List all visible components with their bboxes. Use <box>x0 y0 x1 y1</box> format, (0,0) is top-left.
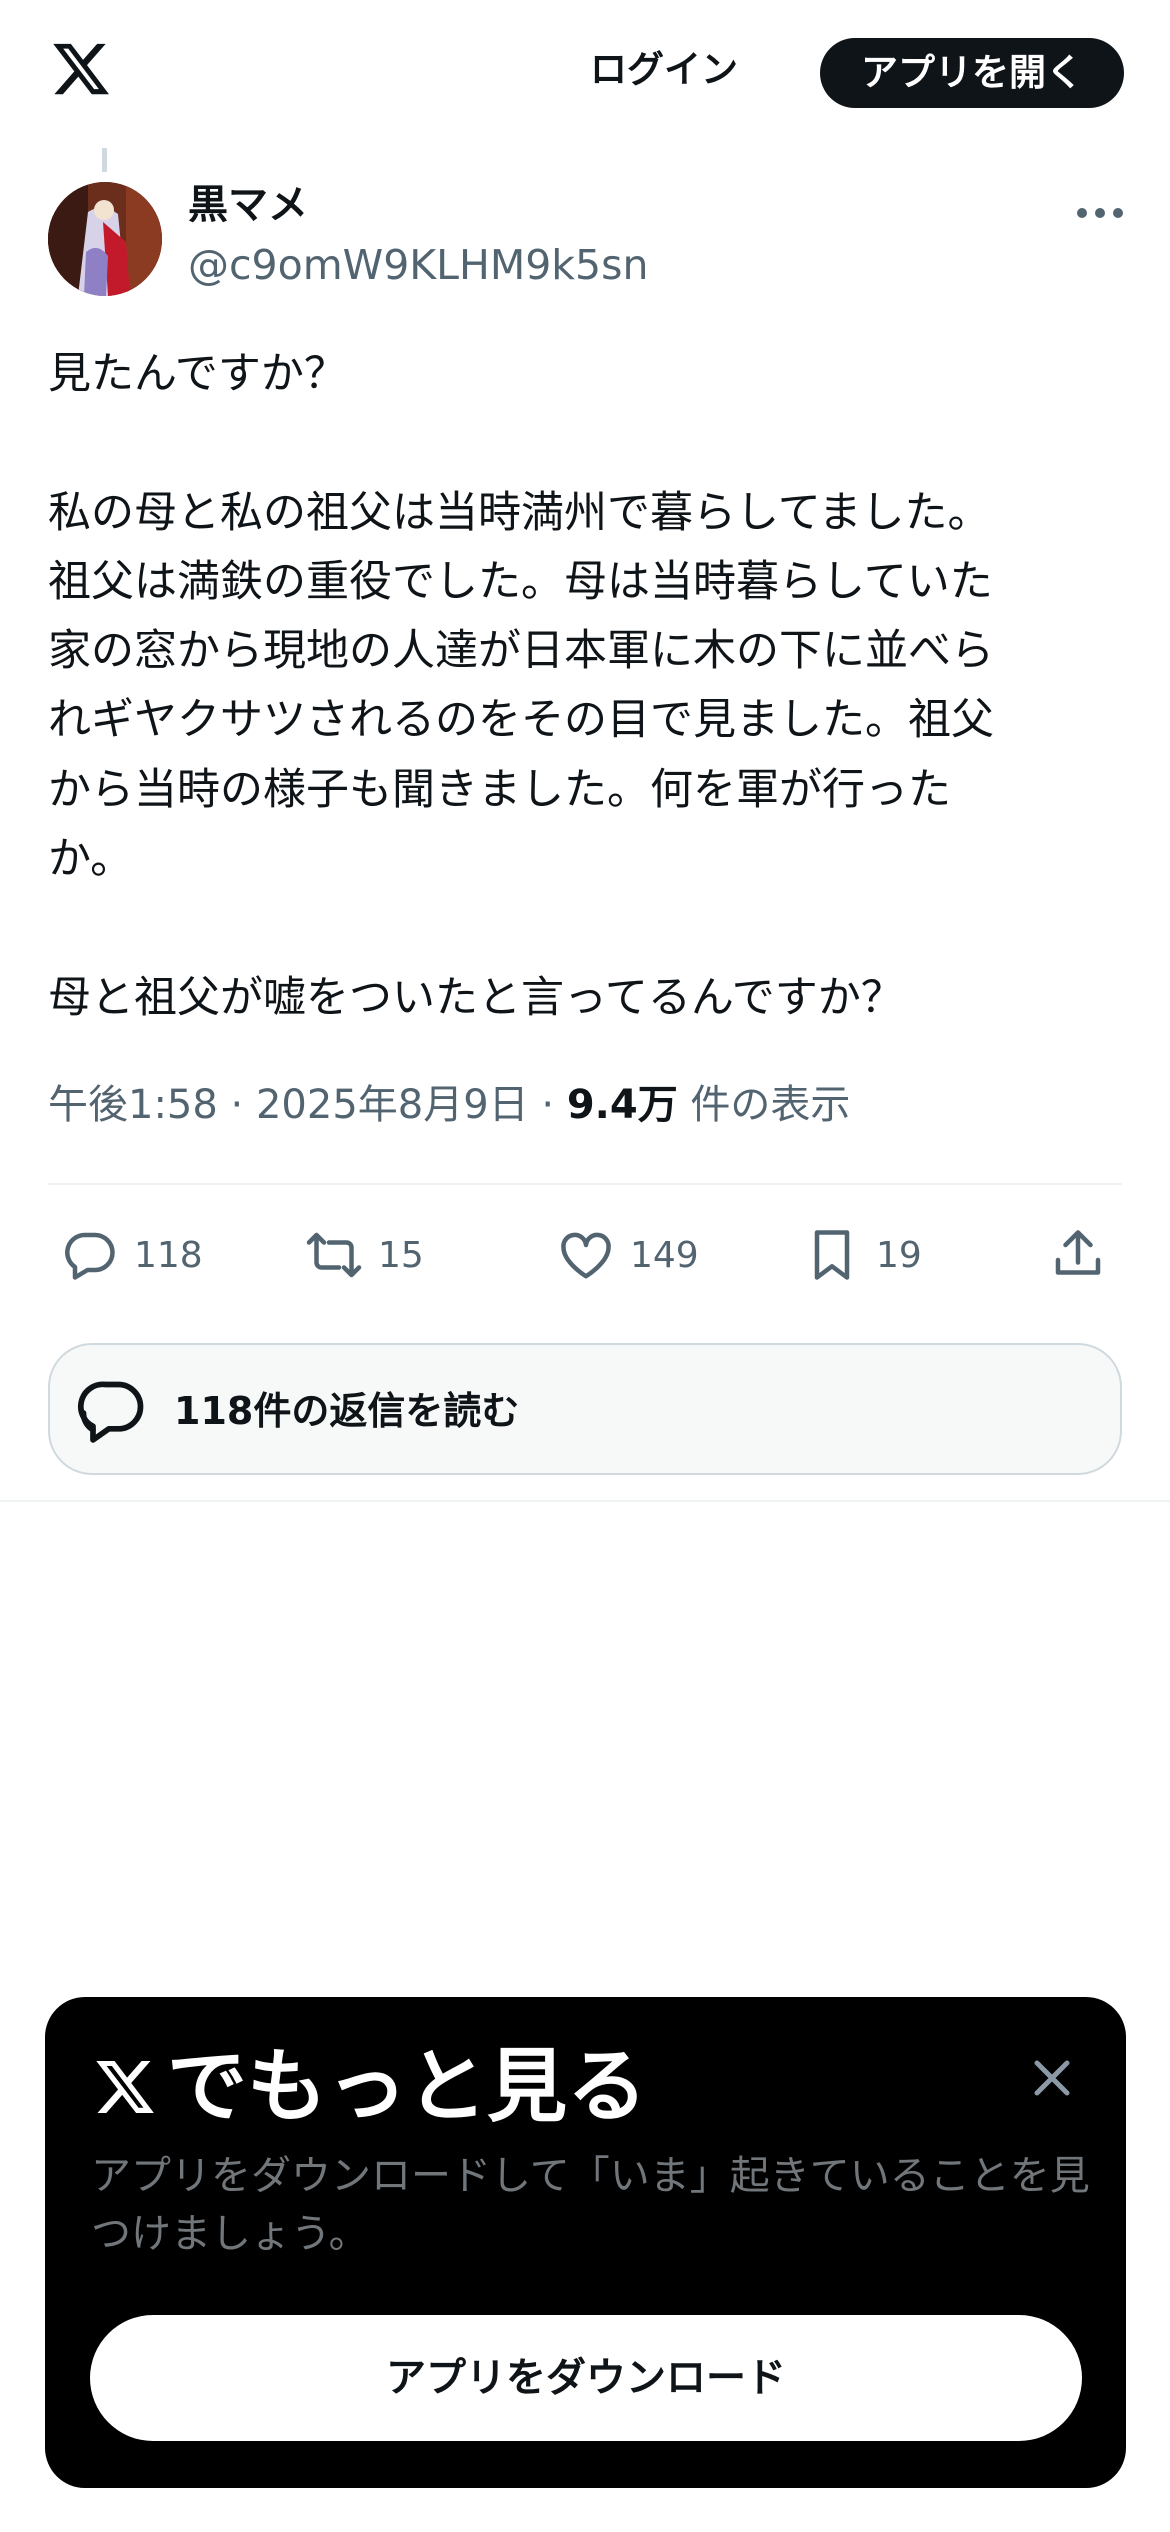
retweet-button[interactable]: 15 <box>304 1215 424 1295</box>
more-options-icon[interactable] <box>1070 188 1130 238</box>
retweet-count: 15 <box>378 1234 424 1276</box>
action-bar: 118 15 149 19 <box>0 1215 1170 1295</box>
promo-description: アプリをダウンロードして「いま」起きていることを見つけましょう。 <box>91 2153 1090 2257</box>
promo-title: でもっと見る <box>91 2037 647 2137</box>
tweet-meta: 午後1:58 · 2025年8月9日 · 9.4万 件の表示 <box>48 1075 850 1135</box>
views-count: 9.4万 <box>566 1082 678 1128</box>
reply-button[interactable]: 118 <box>60 1215 203 1295</box>
author-name[interactable]: 黒マメ <box>188 180 308 230</box>
thread-line <box>102 148 107 172</box>
author-handle[interactable]: @c9omW9KLHM9k5sn <box>188 240 648 290</box>
reply-icon <box>65 1232 115 1280</box>
tweet-text: 見たんですか？ 私の母と私の祖父は当時満州で暮らしてました。 祖父は満鉄の重役で… <box>48 349 994 1023</box>
open-app-button[interactable]: アプリを開く <box>820 38 1124 108</box>
divider <box>48 1183 1122 1185</box>
share-button[interactable] <box>1048 1215 1108 1295</box>
x-logo-icon[interactable] <box>48 38 114 100</box>
download-app-button[interactable]: アプリをダウンロード <box>90 2315 1082 2441</box>
meta-separator: · <box>230 1082 244 1128</box>
top-bar: ログイン アプリを開く <box>0 0 1170 140</box>
like-count: 149 <box>630 1234 699 1276</box>
x-logo-icon <box>96 2061 154 2113</box>
tweet-date[interactable]: 2025年8月9日 <box>256 1082 529 1128</box>
read-replies-label: 118件の返信を読む <box>174 1389 520 1433</box>
replies-bubble-icon <box>77 1381 144 1443</box>
views-label: 件の表示 <box>690 1082 851 1128</box>
login-link[interactable]: ログイン <box>590 40 738 100</box>
bookmark-button[interactable]: 19 <box>802 1215 922 1295</box>
bookmark-count: 19 <box>876 1234 922 1276</box>
bookmark-icon <box>814 1230 850 1280</box>
meta-separator: · <box>541 1082 555 1128</box>
reply-count: 118 <box>134 1234 203 1276</box>
heart-icon <box>561 1232 611 1279</box>
promo-title-text: でもっと見る <box>167 2040 647 2133</box>
share-icon <box>1055 1230 1101 1275</box>
read-replies-button[interactable]: 118件の返信を読む <box>48 1343 1122 1475</box>
app-promo-card: でもっと見る アプリをダウンロードして「いま」起きていることを見つけましょう。 … <box>45 1997 1126 2488</box>
avatar-image <box>48 182 162 296</box>
avatar[interactable] <box>48 182 162 296</box>
like-button[interactable]: 149 <box>556 1215 699 1295</box>
retweet-icon <box>306 1232 362 1278</box>
close-icon[interactable] <box>1027 2053 1077 2103</box>
section-divider <box>0 1500 1170 1502</box>
tweet-time[interactable]: 午後1:58 <box>48 1082 218 1128</box>
